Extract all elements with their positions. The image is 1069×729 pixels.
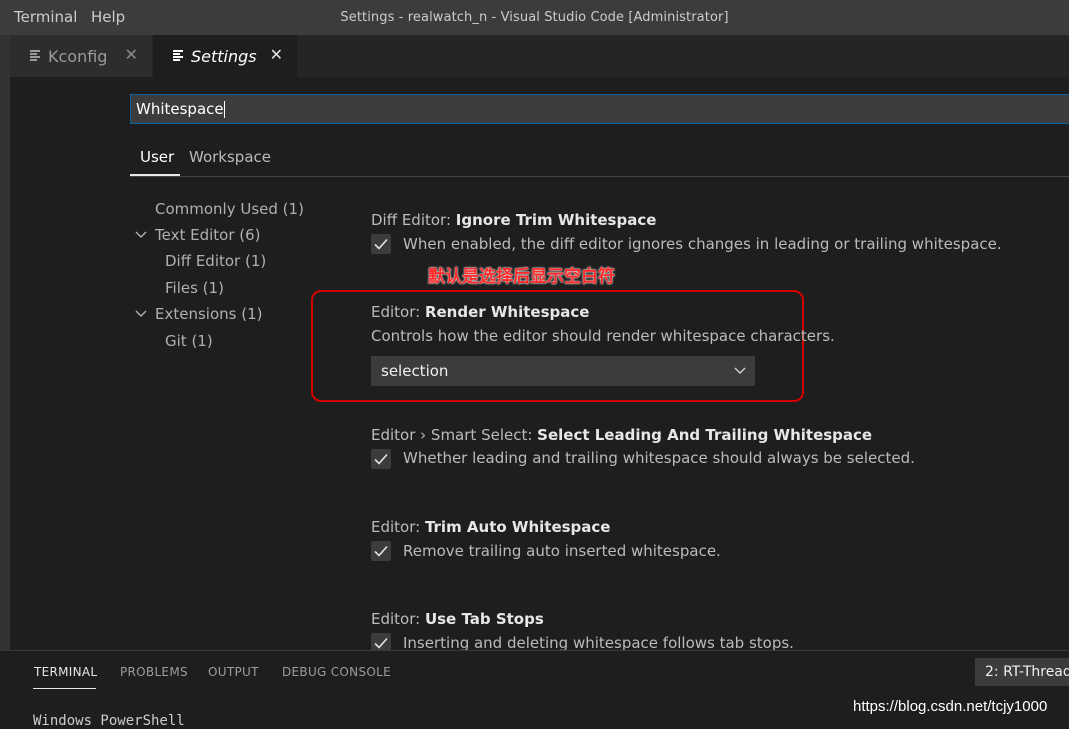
window-title: Settings - realwatch_n - Visual Studio C…	[340, 10, 729, 25]
panel-tab-terminal[interactable]: TERMINAL	[34, 665, 97, 679]
chevron-down-icon	[733, 363, 747, 380]
render-whitespace-select[interactable]: selection	[371, 356, 755, 386]
tab-label: Settings	[191, 46, 257, 66]
active-panel-underline	[33, 688, 96, 689]
title-bar: Terminal Help Settings - realwatch_n - V…	[0, 0, 1069, 35]
close-icon[interactable]: ✕	[270, 47, 283, 63]
select-value: selection	[381, 362, 449, 380]
file-lines-icon	[30, 50, 40, 62]
toc-extensions[interactable]: Extensions (1)	[155, 305, 262, 323]
check-icon	[374, 238, 388, 250]
setting-title: Editor › Smart Select: Select Leading An…	[371, 426, 872, 444]
setting-title: Editor: Trim Auto Whitespace	[371, 518, 610, 536]
setting-description: Whether leading and trailing whitespace …	[403, 449, 915, 467]
setting-description: Controls how the editor should render wh…	[371, 327, 835, 345]
watermark: https://blog.csdn.net/tcjy1000	[853, 698, 1048, 715]
tab-workspace[interactable]: Workspace	[189, 148, 271, 166]
toc-git[interactable]: Git (1)	[165, 332, 213, 350]
setting-name: Ignore Trim Whitespace	[455, 211, 657, 229]
panel-tab-output[interactable]: OUTPUT	[208, 665, 259, 679]
chevron-down-icon[interactable]	[135, 228, 147, 242]
tab-settings[interactable]: Settings ✕	[153, 35, 297, 77]
check-icon	[374, 453, 388, 465]
setting-title: Editor: Use Tab Stops	[371, 610, 544, 628]
setting-category: Editor:	[371, 518, 425, 536]
setting-category: Editor:	[371, 303, 425, 321]
trim-auto-whitespace-checkbox[interactable]	[371, 541, 391, 561]
file-lines-icon	[173, 50, 183, 62]
setting-description: When enabled, the diff editor ignores ch…	[403, 235, 1002, 253]
setting-name: Use Tab Stops	[424, 610, 544, 628]
toc-files[interactable]: Files (1)	[165, 279, 224, 297]
active-tab-underline	[130, 174, 180, 176]
setting-description: Remove trailing auto inserted whitespace…	[403, 542, 721, 560]
annotation-text: 默认是选择后显示空白符	[428, 267, 615, 287]
setting-title: Diff Editor: Ignore Trim Whitespace	[371, 211, 656, 229]
close-icon[interactable]: ✕	[125, 47, 138, 63]
tab-label: Kconfig	[48, 46, 108, 66]
tab-kconfig[interactable]: Kconfig ✕	[10, 35, 152, 77]
settings-scope-tabs: User Workspace	[130, 145, 1069, 177]
setting-name: Select Leading And Trailing Whitespace	[537, 426, 873, 444]
terminal-instance-select[interactable]: 2: RT-Thread	[975, 658, 1069, 686]
check-icon	[374, 637, 388, 649]
search-value: Whitespace	[136, 100, 224, 118]
toc-commonly-used[interactable]: Commonly Used (1)	[155, 200, 304, 218]
chevron-down-icon[interactable]	[135, 307, 147, 321]
setting-category: Editor › Smart Select:	[371, 426, 538, 444]
scope-divider	[130, 176, 1069, 177]
setting-category: Editor:	[371, 610, 425, 628]
select-leading-trailing-checkbox[interactable]	[371, 449, 391, 469]
setting-name: Trim Auto Whitespace	[424, 518, 611, 536]
panel-tab-problems[interactable]: PROBLEMS	[120, 665, 188, 679]
editor-tab-bar: Kconfig ✕ Settings ✕	[0, 35, 1069, 77]
setting-category: Diff Editor:	[371, 211, 456, 229]
settings-search-input[interactable]: Whitespace	[130, 94, 1069, 124]
check-icon	[374, 545, 388, 557]
toc-diff-editor[interactable]: Diff Editor (1)	[165, 252, 266, 270]
ignore-trim-whitespace-checkbox[interactable]	[371, 234, 391, 254]
activity-bar-edge	[0, 35, 10, 650]
tab-user[interactable]: User	[140, 148, 174, 166]
terminal-output: Windows PowerShell	[33, 713, 185, 729]
toc-text-editor[interactable]: Text Editor (6)	[155, 226, 261, 244]
setting-name: Render Whitespace	[424, 303, 590, 321]
setting-title: Editor: Render Whitespace	[371, 303, 589, 321]
text-caret	[223, 101, 225, 118]
panel-tab-debug-console[interactable]: DEBUG CONSOLE	[282, 665, 391, 679]
